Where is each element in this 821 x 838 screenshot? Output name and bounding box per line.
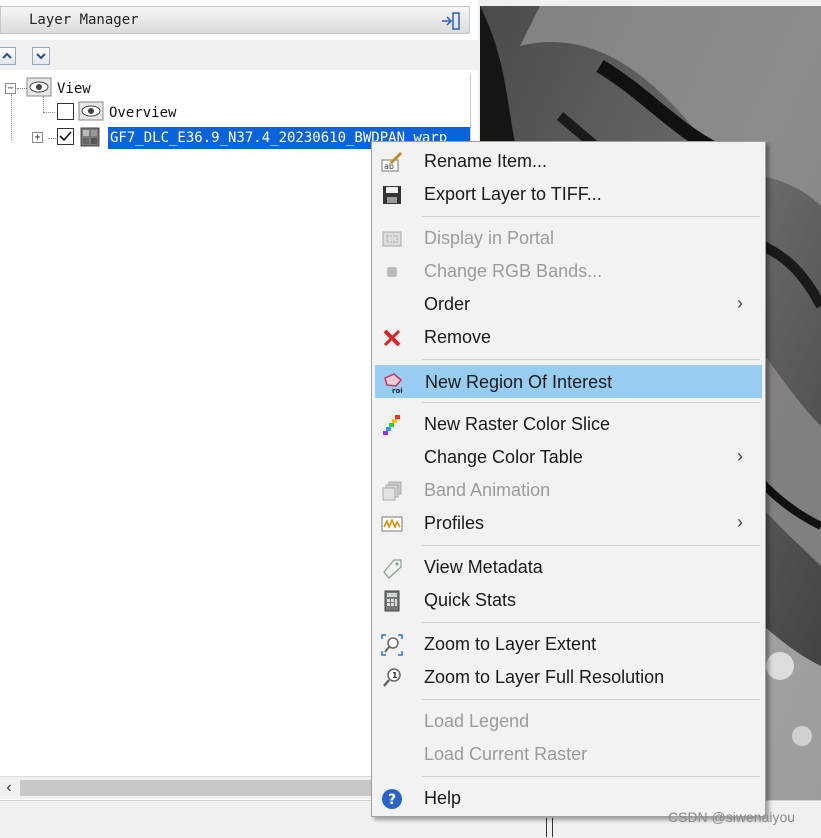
calculator-icon	[384, 590, 400, 612]
menu-item-export-tiff[interactable]: Export Layer to TIFF...	[375, 178, 762, 211]
menu-item-display-in-portal[interactable]: Display in Portal	[375, 222, 762, 255]
color-slice-icon	[383, 415, 400, 435]
menu-separator	[422, 622, 760, 623]
menu-item-order[interactable]: Order ›	[375, 288, 762, 321]
menu-separator	[422, 402, 760, 403]
panel-header: Layer Manager	[0, 6, 470, 34]
rgb-bands-icon	[387, 267, 397, 277]
panel-title: Layer Manager	[29, 12, 139, 28]
collapse-view-toggle[interactable]: −	[5, 83, 16, 94]
tree-item-view[interactable]: View	[57, 81, 91, 97]
chevron-right-icon: ›	[737, 293, 743, 313]
zoom-full-resolution-icon: 1	[383, 668, 401, 687]
band-animation-icon	[382, 481, 402, 501]
chevron-up-icon	[2, 52, 12, 59]
layer-context-menu: ab Rename Item... Export Layer to TIFF..…	[371, 141, 766, 817]
tree-connector	[48, 138, 56, 139]
tag-icon	[383, 559, 402, 579]
rename-icon: ab	[381, 151, 403, 172]
eye-icon	[78, 101, 104, 121]
menu-item-new-raster-color-slice[interactable]: New Raster Color Slice	[375, 408, 762, 441]
roi-icon: roi	[384, 373, 403, 394]
menu-item-change-color-table[interactable]: Change Color Table ›	[375, 441, 762, 474]
menu-separator	[422, 776, 760, 777]
overview-checkbox[interactable]	[57, 103, 74, 120]
chevron-right-icon: ›	[737, 446, 743, 466]
scrollbar-thumb[interactable]	[20, 780, 380, 796]
menu-item-profiles[interactable]: Profiles ›	[375, 507, 762, 540]
svg-text:?: ?	[388, 792, 396, 808]
menu-item-band-animation[interactable]: Band Animation	[375, 474, 762, 507]
chevron-down-icon	[36, 53, 46, 60]
expand-all-button[interactable]	[32, 47, 50, 65]
help-icon: ?	[382, 789, 402, 809]
expand-layer-toggle[interactable]: +	[32, 132, 43, 143]
red-x-icon	[383, 329, 401, 347]
menu-item-rename[interactable]: ab Rename Item...	[375, 145, 762, 178]
menu-item-view-metadata[interactable]: View Metadata	[375, 551, 762, 584]
svg-text:1: 1	[392, 671, 398, 680]
menu-item-load-current-raster[interactable]: Load Current Raster	[375, 738, 762, 771]
checkmark-icon	[59, 131, 72, 142]
profiles-icon	[381, 516, 403, 532]
menu-item-new-roi[interactable]: roi New Region Of Interest	[375, 365, 762, 398]
eye-icon	[26, 77, 52, 97]
tree-toolbar	[0, 40, 478, 70]
tree-connector	[11, 94, 12, 140]
watermark: CSDN @siwenaiyou	[668, 809, 796, 825]
portal-icon	[382, 231, 402, 247]
floppy-disk-icon	[383, 186, 401, 204]
menu-item-zoom-to-layer-extent[interactable]: Zoom to Layer Extent	[375, 628, 762, 661]
menu-separator	[422, 699, 760, 700]
dock-panel-icon[interactable]	[441, 12, 461, 30]
menu-item-quick-stats[interactable]: Quick Stats	[375, 584, 762, 617]
collapse-all-button[interactable]	[0, 47, 16, 65]
zoom-extent-icon	[381, 634, 403, 656]
menu-item-load-legend[interactable]: Load Legend	[375, 705, 762, 738]
menu-item-zoom-to-layer-full-resolution[interactable]: 1 Zoom to Layer Full Resolution	[375, 661, 762, 694]
layer-checkbox[interactable]	[57, 128, 74, 145]
tree-connector	[43, 112, 55, 113]
menu-separator	[422, 216, 760, 217]
menu-item-change-rgb-bands[interactable]: Change RGB Bands...	[375, 255, 762, 288]
menu-separator	[422, 545, 760, 546]
raster-layer-icon	[80, 127, 100, 147]
tree-item-overview[interactable]: Overview	[109, 105, 176, 121]
menu-item-remove[interactable]: Remove	[375, 321, 762, 354]
svg-text:roi: roi	[392, 387, 403, 394]
status-divider	[552, 818, 553, 837]
chevron-right-icon: ›	[737, 512, 743, 532]
scroll-left-icon[interactable]: ‹	[0, 777, 18, 799]
status-divider	[546, 818, 547, 837]
tree-connector	[43, 96, 44, 112]
menu-separator	[422, 359, 760, 360]
